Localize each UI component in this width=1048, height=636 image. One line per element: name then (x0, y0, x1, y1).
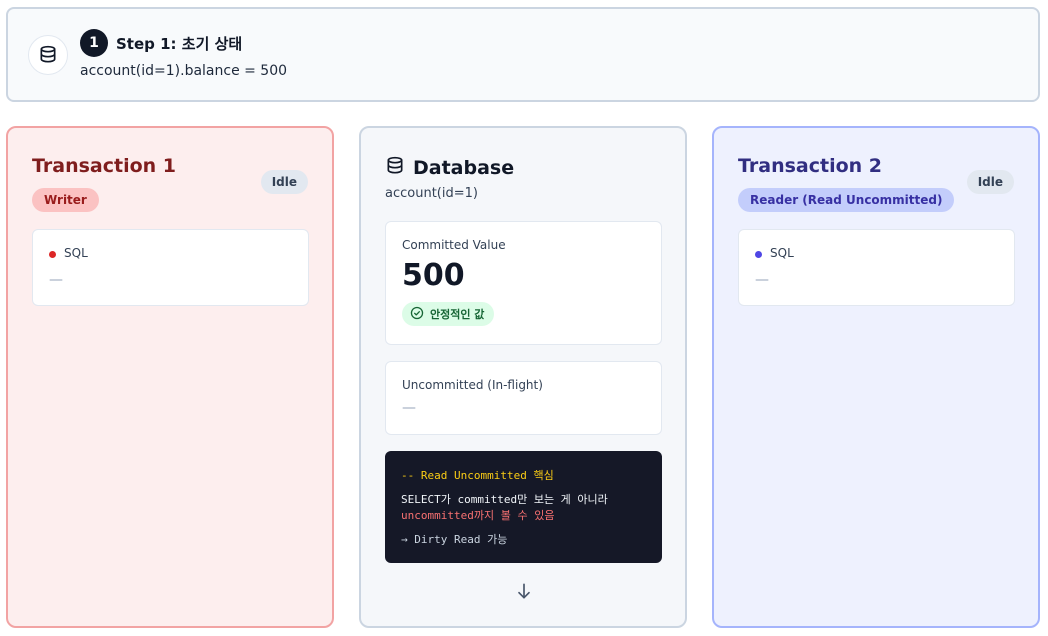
sql-status-dot (49, 251, 56, 258)
transaction-1-title: Transaction 1 (32, 155, 176, 177)
database-subtitle: account(id=1) (385, 186, 478, 201)
code-line-3: → Dirty Read 가능 (401, 533, 508, 546)
uncommitted-value: — (402, 400, 416, 416)
stable-value-badge: 안정적인 값 (402, 302, 495, 326)
sql-value: — (49, 272, 63, 288)
step-header: 1 Step 1: 초기 상태 account(id=1).balance = … (6, 7, 1040, 102)
transaction-1-panel: Transaction 1 Writer Idle SQL — (6, 126, 334, 628)
code-line-2: uncommitted까지 볼 수 있음 (401, 509, 555, 522)
step-number-badge: 1 (80, 29, 108, 57)
uncommitted-label: Uncommitted (In-flight) (402, 378, 543, 392)
database-title: Database (413, 157, 515, 179)
code-line-1: SELECT가 committed만 보는 게 아니라 (401, 493, 608, 506)
sql-value: — (755, 272, 769, 288)
check-circle-icon (410, 306, 424, 323)
database-panel: Database account(id=1) Committed Value 5… (359, 126, 687, 628)
code-explanation-box: -- Read Uncommitted 핵심 SELECT가 committed… (385, 451, 662, 563)
database-icon (28, 35, 68, 75)
step-title: Step 1: 초기 상태 (116, 35, 243, 53)
database-icon (385, 156, 405, 180)
step-description: account(id=1).balance = 500 (80, 63, 288, 79)
stable-badge-label: 안정적인 값 (430, 308, 485, 321)
sql-label: SQL (770, 246, 794, 260)
transaction-2-role-badge: Reader (Read Uncommitted) (738, 188, 955, 212)
committed-label: Committed Value (402, 238, 506, 252)
code-comment: -- Read Uncommitted 핵심 (401, 469, 554, 482)
transaction-2-status-badge: Idle (966, 170, 1014, 194)
sql-label: SQL (64, 246, 88, 260)
database-header: Database (385, 156, 514, 180)
transaction-1-role-badge: Writer (32, 188, 99, 212)
transaction-2-sql-card: SQL — (738, 229, 1015, 306)
transaction-2-title: Transaction 2 (738, 155, 882, 177)
sql-status-dot (755, 251, 762, 258)
transaction-2-panel: Transaction 2 Reader (Read Uncommitted) … (712, 126, 1040, 628)
transaction-1-status-badge: Idle (260, 170, 308, 194)
transaction-1-sql-card: SQL — (32, 229, 309, 306)
committed-value-card: Committed Value 500 안정적인 값 (385, 221, 662, 345)
uncommitted-value-card: Uncommitted (In-flight) — (385, 361, 662, 435)
committed-value: 500 (402, 258, 465, 293)
arrow-down-icon (514, 581, 534, 601)
